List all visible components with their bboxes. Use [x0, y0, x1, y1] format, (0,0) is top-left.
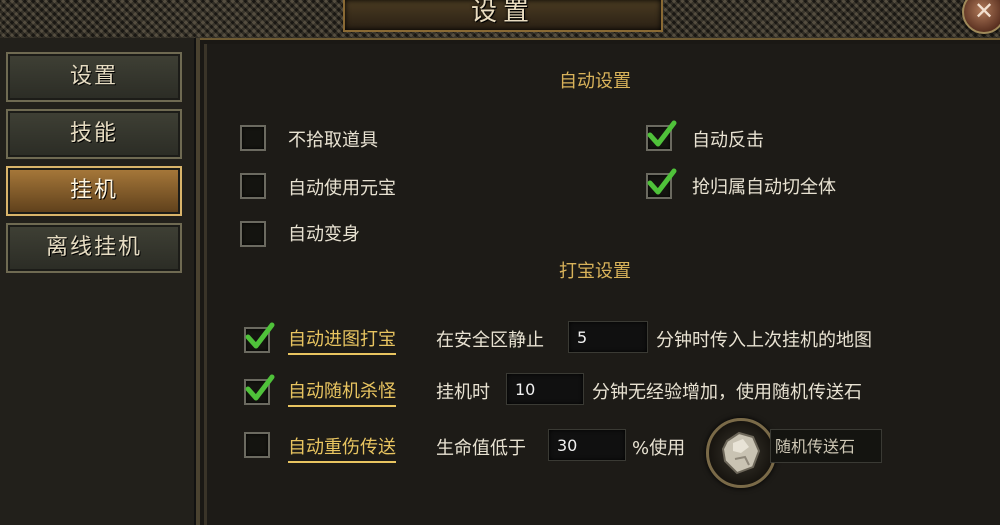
- close-icon[interactable]: ✕: [962, 0, 1000, 34]
- no-exp-minutes-input[interactable]: 10: [506, 373, 584, 405]
- row3-prefix: 生命值低于: [436, 438, 526, 459]
- row3-suffix: %使用: [632, 438, 686, 459]
- sidebar-item-skills[interactable]: 技能: [6, 109, 182, 159]
- hp-threshold-input[interactable]: 30: [548, 429, 626, 461]
- checkbox-auto-transform[interactable]: [240, 221, 266, 247]
- row1-suffix: 分钟时传入上次挂机的地图: [656, 330, 872, 351]
- title-plate: 设置: [343, 0, 663, 32]
- check-icon: [245, 374, 275, 401]
- title-bar: 设置 ✕: [0, 0, 1000, 40]
- window-title: 设置: [470, 0, 535, 27]
- row2-suffix: 分钟无经验增加，使用随机传送石: [592, 382, 862, 403]
- treasure-settings-title: 打宝设置: [559, 261, 631, 282]
- sidebar: 设置 技能 挂机 离线挂机: [0, 38, 200, 525]
- idle-minutes-input[interactable]: 5: [568, 321, 648, 353]
- link-auto-random-kill[interactable]: 自动随机杀怪: [288, 377, 396, 407]
- sidebar-item-settings[interactable]: 设置: [6, 52, 182, 102]
- teleport-item-name: 随机传送石: [770, 429, 882, 463]
- checkbox-no-pickup[interactable]: [240, 125, 266, 151]
- option-label-auto-transform: 自动变身: [288, 224, 360, 245]
- auto-settings-title: 自动设置: [559, 71, 631, 92]
- check-icon: [647, 168, 677, 195]
- checkbox-auto-injury-teleport[interactable]: [244, 432, 270, 458]
- checkbox-auto-switch-all[interactable]: [646, 168, 677, 199]
- checkbox-auto-use-yuanbao[interactable]: [240, 173, 266, 199]
- option-label-auto-use-yuanbao: 自动使用元宝: [288, 178, 396, 199]
- link-auto-enter-map[interactable]: 自动进图打宝: [288, 325, 396, 355]
- checkbox-auto-random-kill[interactable]: [244, 374, 275, 405]
- sidebar-item-offline-auto-battle[interactable]: 离线挂机: [6, 223, 182, 273]
- option-label-auto-switch-all: 抢归属自动切全体: [692, 177, 836, 198]
- check-icon: [245, 322, 275, 349]
- row1-prefix: 在安全区静止: [436, 330, 544, 351]
- row2-prefix: 挂机时: [436, 382, 490, 403]
- sidebar-item-auto-battle[interactable]: 挂机: [6, 166, 182, 216]
- checkbox-auto-enter-map[interactable]: [244, 322, 275, 353]
- check-icon: [647, 120, 677, 147]
- stone-shape: [721, 431, 761, 475]
- link-auto-injury-teleport[interactable]: 自动重伤传送: [288, 433, 396, 463]
- option-label-no-pickup: 不拾取道具: [288, 130, 378, 151]
- teleport-stone-icon[interactable]: [706, 418, 776, 488]
- option-label-auto-counter: 自动反击: [692, 130, 764, 151]
- checkbox-auto-counter[interactable]: [646, 120, 677, 151]
